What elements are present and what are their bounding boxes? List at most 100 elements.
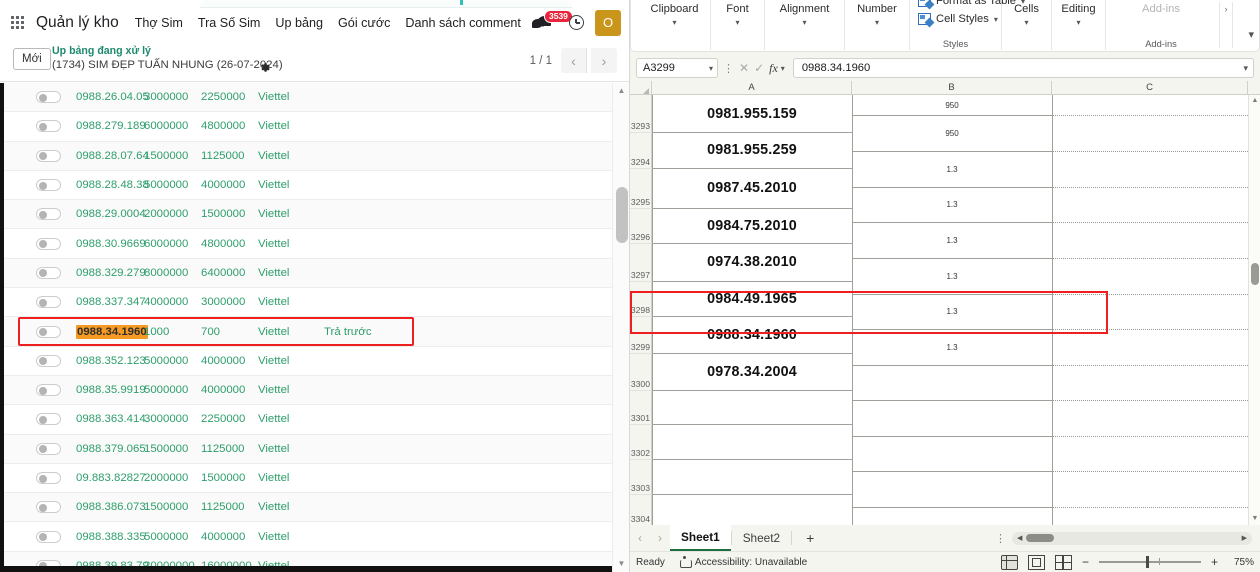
row-header[interactable]: 3302 [630,448,652,458]
row-header[interactable]: 3299 [630,342,652,352]
cancel-icon[interactable]: ✕ [739,61,749,75]
ribbon-group-cells[interactable]: Cells ▾ [1002,0,1052,50]
grid-scrollbar-thumb[interactable] [1251,263,1259,285]
scroll-up-arrow[interactable]: ▲ [616,86,627,96]
cell-b[interactable] [852,471,1052,507]
row-toggle[interactable] [36,442,61,455]
format-as-table-button[interactable]: Format as Table ▾ [918,0,1025,7]
apps-grid-icon[interactable] [9,14,26,31]
grid-vertical-scrollbar[interactable]: ▲ ▼ [1248,95,1260,525]
insert-function-icon[interactable]: fx [769,61,778,76]
cell-a[interactable] [652,494,852,525]
row-header[interactable]: 3303 [630,483,652,493]
chat-icon[interactable]: 3539 [532,9,573,33]
ribbon-group-addins[interactable]: Add-ins Add-ins [1106,0,1216,50]
cell-b[interactable]: 1.3 [852,187,1052,222]
nav-item-danh-sach-comment[interactable]: Danh sách comment [405,16,521,30]
table-row[interactable]: 0988.386.073 1500000 1125000 Viettel [0,493,612,523]
clock-icon[interactable] [569,15,584,30]
cell-a[interactable]: 0974.38.2010 [652,243,852,281]
table-row[interactable]: 0988.388.335 5000000 4000000 Viettel [0,522,612,552]
row-toggle[interactable] [36,91,61,104]
zoom-in-button[interactable]: + [1211,555,1218,569]
left-pane-scrollbar[interactable]: ▲ ▼ [612,83,629,572]
cell-a[interactable]: 0988.34.1960 [652,316,852,353]
ribbon-group-number[interactable]: Number ▾ [845,0,910,50]
column-header-c[interactable]: C [1052,81,1248,95]
ribbon-group-alignment[interactable]: Alignment ▾ [765,0,845,50]
grid-scroll-up-arrow[interactable]: ▲ [1251,97,1259,105]
ribbon-collapse-icon[interactable]: ▾ [1248,28,1254,41]
cell-a[interactable]: 0987.45.2010 [652,168,852,208]
cell-b[interactable] [852,400,1052,436]
table-row[interactable]: 0988.28.48.38 5000000 4000000 Viettel [0,171,612,201]
row-toggle[interactable] [36,208,61,221]
table-row[interactable]: 0988.29.0004 2000000 1500000 Viettel [0,200,612,230]
table-row[interactable]: 0988.337.347 4000000 3000000 Viettel [0,288,612,318]
cell-styles-button[interactable]: Cell Styles ▾ [918,13,1001,25]
gear-icon[interactable] [259,60,270,72]
add-sheet-button[interactable]: + [792,530,828,546]
tab-sheet2[interactable]: Sheet2 [732,525,791,551]
formula-input[interactable]: 0988.34.1960 ▾ [792,58,1254,78]
column-header-b[interactable]: B [852,81,1052,95]
row-toggle[interactable] [36,237,61,250]
row-toggle[interactable] [36,149,61,162]
row-toggle[interactable] [36,179,61,192]
table-row[interactable]: 0988.26.04.05 3000000 2250000 Viettel [0,83,612,113]
nav-item-tra-so-sim[interactable]: Tra Số Sim [198,16,261,30]
table-row[interactable]: 0988.379.065 1500000 1125000 Viettel [0,434,612,464]
cell-a[interactable] [652,459,852,494]
nav-item-goi-cuoc[interactable]: Gói cước [338,16,390,30]
zoom-out-button[interactable]: − [1082,555,1089,569]
cell-a[interactable]: 0981.955.259 [652,132,852,168]
page-break-preview-button[interactable] [1054,554,1072,570]
cell-a[interactable]: 0981.955.159 [652,95,852,132]
cell-b[interactable] [852,365,1052,400]
row-toggle[interactable] [36,325,61,338]
row-toggle[interactable] [36,413,61,426]
row-header[interactable]: 3293 [630,121,652,131]
table-row[interactable]: 0988.28.07.64 1500000 1125000 Viettel [0,141,612,171]
cell-b[interactable] [852,436,1052,471]
row-header[interactable]: 3300 [630,379,652,389]
normal-view-button[interactable] [1000,554,1018,570]
cell-a[interactable] [652,390,852,424]
status-badge-moi[interactable]: Mới [13,48,51,70]
cell-a[interactable] [652,424,852,459]
table-row[interactable]: 0988.35.9919 5000000 4000000 Viettel [0,375,612,406]
tab-sheet1[interactable]: Sheet1 [670,525,731,551]
cell-b[interactable]: 1.3 [852,222,1052,258]
formula-bar-options-icon[interactable]: ⋮ [723,62,734,75]
sheet-prev-button[interactable]: ‹ [630,531,650,545]
row-header[interactable]: 3304 [630,514,652,524]
row-header[interactable]: 3296 [630,232,652,242]
nav-item-tho-sim[interactable]: Thợ Sim [135,16,183,30]
row-header[interactable]: 3297 [630,270,652,280]
row-toggle[interactable] [36,472,61,484]
row-toggle[interactable] [36,296,61,309]
prev-page-button[interactable]: ‹ [561,48,587,73]
hscroll-thumb[interactable] [1026,534,1054,542]
name-box[interactable]: A3299 ▾ [636,58,718,78]
cell-b[interactable]: 1.3 [852,329,1052,365]
page-layout-view-button[interactable] [1027,554,1045,570]
row-toggle[interactable] [36,501,61,514]
row-header[interactable]: 3294 [630,157,652,167]
zoom-level[interactable]: 75% [1228,557,1254,568]
zoom-slider-knob[interactable] [1145,556,1150,569]
row-header[interactable]: 3295 [630,197,652,207]
cell-b[interactable]: 1.3 [852,258,1052,294]
grid-scroll-down-arrow[interactable]: ▼ [1251,515,1259,523]
expand-formula-bar-icon[interactable]: ▾ [1243,63,1248,74]
hscroll-left-arrow[interactable]: ◀ [1017,534,1022,542]
sheet-options-icon[interactable]: ⋮ [995,532,1012,545]
horizontal-scrollbar[interactable]: ◀ ▶ [1012,531,1252,545]
cell-a[interactable]: 0978.34.2004 [652,353,852,390]
chevron-down-icon[interactable]: ▾ [781,64,785,73]
table-row[interactable]: 0988.279.189 6000000 4800000 Viettel [0,112,612,142]
column-header-a[interactable]: A [652,81,852,95]
scrollbar-thumb[interactable] [615,187,628,243]
cell-a[interactable]: 0984.49.1965 [652,281,852,316]
cell-b[interactable]: 950 [852,115,1052,151]
